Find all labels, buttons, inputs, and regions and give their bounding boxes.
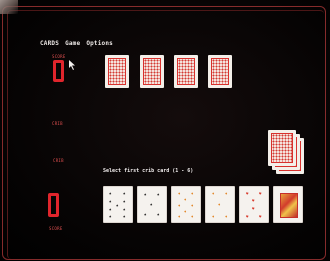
opponent-card-back [174,55,198,88]
player-card-5[interactable]: ♥ ♥ ♥ ♥ ♥ ♥ [239,186,269,223]
spade-icon: ♠ [144,212,147,217]
diamond-icon: ♦ [184,209,187,214]
opponent-card-back [105,55,129,88]
diamond-icon: ♦ [225,214,228,219]
spade-icon: ♠ [109,214,112,219]
spade-icon: ♠ [144,192,147,197]
player-card-3[interactable]: ♦ ♦ ♦ ♦ ♦ ♦ ♦ ♦ [171,186,201,223]
screen-glare [0,0,18,14]
diamond-icon: ♦ [191,191,194,196]
player-card-1[interactable]: ♠ ♠ ♠ ♠ ♠ ♠ ♠ ♠ ♠ [103,186,133,223]
player-card-4[interactable]: ♦ ♦ ♦ ♦ ♦ [205,186,235,223]
bottom-score-label: SCORE [49,226,63,231]
face-card-art [280,193,298,218]
spade-icon: ♠ [116,203,119,208]
menu-bar: CARDS Game Options [40,40,113,47]
mouse-cursor-icon [69,60,75,70]
heart-icon: ♥ [259,191,262,196]
diamond-icon: ♦ [225,191,228,196]
diamond-icon: ♦ [191,214,194,219]
diamond-icon: ♦ [184,197,187,202]
menu-game[interactable]: Game [65,40,80,47]
spade-icon: ♠ [157,212,160,217]
heart-icon: ♥ [252,206,255,211]
diamond-icon: ♦ [212,214,215,219]
heart-icon: ♥ [252,198,255,203]
top-score-label: SCORE [52,54,66,59]
bottom-score-frame [48,193,59,217]
player-card-2[interactable]: ♠ ♠ ♠ ♠ ♠ [137,186,167,223]
heart-icon: ♥ [246,191,249,196]
diamond-icon: ♦ [191,203,194,208]
player-card-6[interactable] [273,186,303,223]
spade-icon: ♠ [123,199,126,204]
heart-icon: ♥ [246,214,249,219]
opponent-card-back [208,55,232,88]
spade-icon: ♠ [123,214,126,219]
menu-cards[interactable]: CARDS [40,40,59,47]
opponent-card-back [140,55,164,88]
menu-options[interactable]: Options [86,40,113,47]
spade-icon: ♠ [123,191,126,196]
bottom-peg-label: CRIB [53,158,64,163]
diamond-icon: ♦ [218,202,221,207]
heart-icon: ♥ [259,214,262,219]
diamond-icon: ♦ [178,191,181,196]
diamond-icon: ♦ [178,214,181,219]
spade-icon: ♠ [123,207,126,212]
top-peg-label: CRIB [52,121,63,126]
spade-icon: ♠ [150,202,153,207]
diamond-icon: ♦ [212,191,215,196]
diamond-icon: ♦ [178,203,181,208]
spade-icon: ♠ [109,199,112,204]
crib-prompt: Select first crib card (1 - 6) [103,168,194,174]
deck-top-card[interactable] [268,130,296,166]
top-score-frame [53,60,64,82]
spade-icon: ♠ [109,207,112,212]
spade-icon: ♠ [109,191,112,196]
spade-icon: ♠ [157,192,160,197]
